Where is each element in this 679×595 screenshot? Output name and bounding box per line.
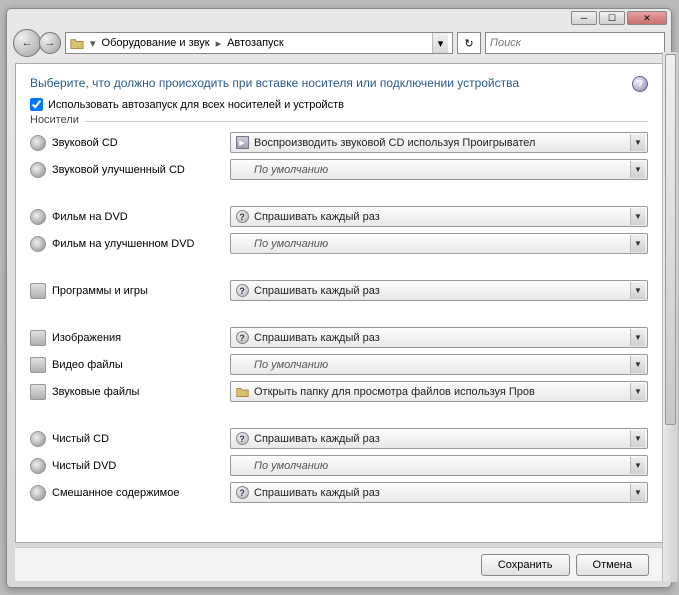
row-software: Программы и игры ?Спрашивать каждый раз▼ <box>30 280 648 301</box>
combo-video-files[interactable]: По умолчанию▼ <box>230 354 648 375</box>
autoplay-settings-window: ─ ☐ ✕ ← → ▾ Оборудование и звук ▸ Автоза… <box>6 8 672 588</box>
software-icon <box>30 283 46 299</box>
cd-icon <box>30 135 46 151</box>
breadcrumb-dropdown[interactable]: ▾ <box>432 33 448 53</box>
footer: Сохранить Отмена <box>15 547 663 581</box>
forward-arrow-icon: → <box>45 37 56 49</box>
row-label: Звуковой CD <box>52 137 118 149</box>
media-section: Носители Звуковой CD ▶Воспроизводить зву… <box>30 121 648 503</box>
combo-audio-cd[interactable]: ▶Воспроизводить звуковой CD используя Пр… <box>230 132 648 153</box>
row-label: Программы и игры <box>52 285 148 297</box>
media-section-legend: Носители <box>30 114 85 126</box>
content-area: Выберите, что должно происходить при вст… <box>15 63 663 543</box>
mixed-icon <box>30 485 46 501</box>
chevron-down-icon: ▼ <box>630 356 645 373</box>
close-button[interactable]: ✕ <box>627 11 667 25</box>
combo-enhanced-audio-cd[interactable]: По умолчанию▼ <box>230 159 648 180</box>
row-audio-cd: Звуковой CD ▶Воспроизводить звуковой CD … <box>30 132 648 153</box>
combo-software[interactable]: ?Спрашивать каждый раз▼ <box>230 280 648 301</box>
page-title: Выберите, что должно происходить при вст… <box>30 76 626 90</box>
row-audio-files: Звуковые файлы Открыть папку для просмот… <box>30 381 648 402</box>
dvd-icon <box>30 236 46 252</box>
breadcrumb-segment[interactable]: Оборудование и звук <box>102 37 210 49</box>
chevron-down-icon: ▼ <box>630 282 645 299</box>
question-icon: ? <box>236 432 249 445</box>
help-icon[interactable]: ? <box>632 76 648 92</box>
audio-file-icon <box>30 384 46 400</box>
forward-button[interactable]: → <box>39 32 61 54</box>
row-label: Видео файлы <box>52 359 123 371</box>
addressbar: ← → ▾ Оборудование и звук ▸ Автозапуск ▾… <box>13 29 665 57</box>
play-icon: ▶ <box>236 136 249 149</box>
folder-icon <box>236 386 249 398</box>
row-blank-dvd: Чистый DVD По умолчанию▼ <box>30 455 648 476</box>
row-label: Фильм на DVD <box>52 211 128 223</box>
search-input[interactable] <box>490 37 660 49</box>
titlebar: ─ ☐ ✕ <box>7 9 671 27</box>
row-enhanced-dvd-movie: Фильм на улучшенном DVD По умолчанию▼ <box>30 233 648 254</box>
chevron-down-icon: ▼ <box>630 235 645 252</box>
save-button[interactable]: Сохранить <box>481 554 570 576</box>
maximize-button[interactable]: ☐ <box>599 11 625 25</box>
cd-icon <box>30 431 46 447</box>
chevron-down-icon: ▼ <box>630 208 645 225</box>
cd-icon <box>30 162 46 178</box>
row-mixed: Смешанное содержимое ?Спрашивать каждый … <box>30 482 648 503</box>
question-icon: ? <box>236 210 249 223</box>
row-enhanced-audio-cd: Звуковой улучшенный CD По умолчанию▼ <box>30 159 648 180</box>
question-icon: ? <box>236 331 249 344</box>
video-icon <box>30 357 46 373</box>
chevron-right-icon: ▸ <box>216 37 222 50</box>
question-icon: ? <box>236 284 249 297</box>
chevron-down-icon: ▼ <box>630 383 645 400</box>
combo-enhanced-dvd-movie[interactable]: По умолчанию▼ <box>230 233 648 254</box>
dvd-icon <box>30 209 46 225</box>
row-label: Звуковые файлы <box>52 386 139 398</box>
chevron-down-icon: ▼ <box>630 430 645 447</box>
combo-dvd-movie[interactable]: ?Спрашивать каждый раз▼ <box>230 206 648 227</box>
pictures-icon <box>30 330 46 346</box>
chevron-down-icon: ▼ <box>630 329 645 346</box>
minimize-button[interactable]: ─ <box>571 11 597 25</box>
scrollbar-thumb[interactable] <box>665 54 676 425</box>
chevron-down-icon: ▼ <box>630 134 645 151</box>
dvd-icon <box>30 458 46 474</box>
breadcrumb[interactable]: ▾ Оборудование и звук ▸ Автозапуск ▾ <box>65 32 453 54</box>
folder-icon <box>70 37 84 49</box>
row-blank-cd: Чистый CD ?Спрашивать каждый раз▼ <box>30 428 648 449</box>
row-label: Изображения <box>52 332 121 344</box>
chevron-down-icon: ▼ <box>630 457 645 474</box>
row-label: Чистый CD <box>52 433 109 445</box>
combo-audio-files[interactable]: Открыть папку для просмотра файлов испол… <box>230 381 648 402</box>
refresh-button[interactable]: ↻ <box>457 32 481 54</box>
question-icon: ? <box>236 486 249 499</box>
row-label: Чистый DVD <box>52 460 116 472</box>
back-arrow-icon: ← <box>22 37 33 49</box>
row-label: Звуковой улучшенный CD <box>52 164 185 176</box>
chevron-icon: ▾ <box>90 37 96 50</box>
combo-blank-dvd[interactable]: По умолчанию▼ <box>230 455 648 476</box>
refresh-icon: ↻ <box>464 37 473 50</box>
combo-mixed[interactable]: ?Спрашивать каждый раз▼ <box>230 482 648 503</box>
combo-blank-cd[interactable]: ?Спрашивать каждый раз▼ <box>230 428 648 449</box>
row-pictures: Изображения ?Спрашивать каждый раз▼ <box>30 327 648 348</box>
cancel-button[interactable]: Отмена <box>576 554 649 576</box>
combo-pictures[interactable]: ?Спрашивать каждый раз▼ <box>230 327 648 348</box>
use-autoplay-label: Использовать автозапуск для всех носител… <box>48 99 344 111</box>
row-video-files: Видео файлы По умолчанию▼ <box>30 354 648 375</box>
breadcrumb-segment[interactable]: Автозапуск <box>227 37 284 49</box>
back-button[interactable]: ← <box>13 29 41 57</box>
chevron-down-icon: ▼ <box>630 484 645 501</box>
row-label: Смешанное содержимое <box>52 487 179 499</box>
use-autoplay-checkbox[interactable] <box>30 98 43 111</box>
outer-scrollbar[interactable] <box>662 52 678 582</box>
row-label: Фильм на улучшенном DVD <box>52 238 194 250</box>
row-dvd-movie: Фильм на DVD ?Спрашивать каждый раз▼ <box>30 206 648 227</box>
search-box[interactable] <box>485 32 665 54</box>
chevron-down-icon: ▼ <box>630 161 645 178</box>
